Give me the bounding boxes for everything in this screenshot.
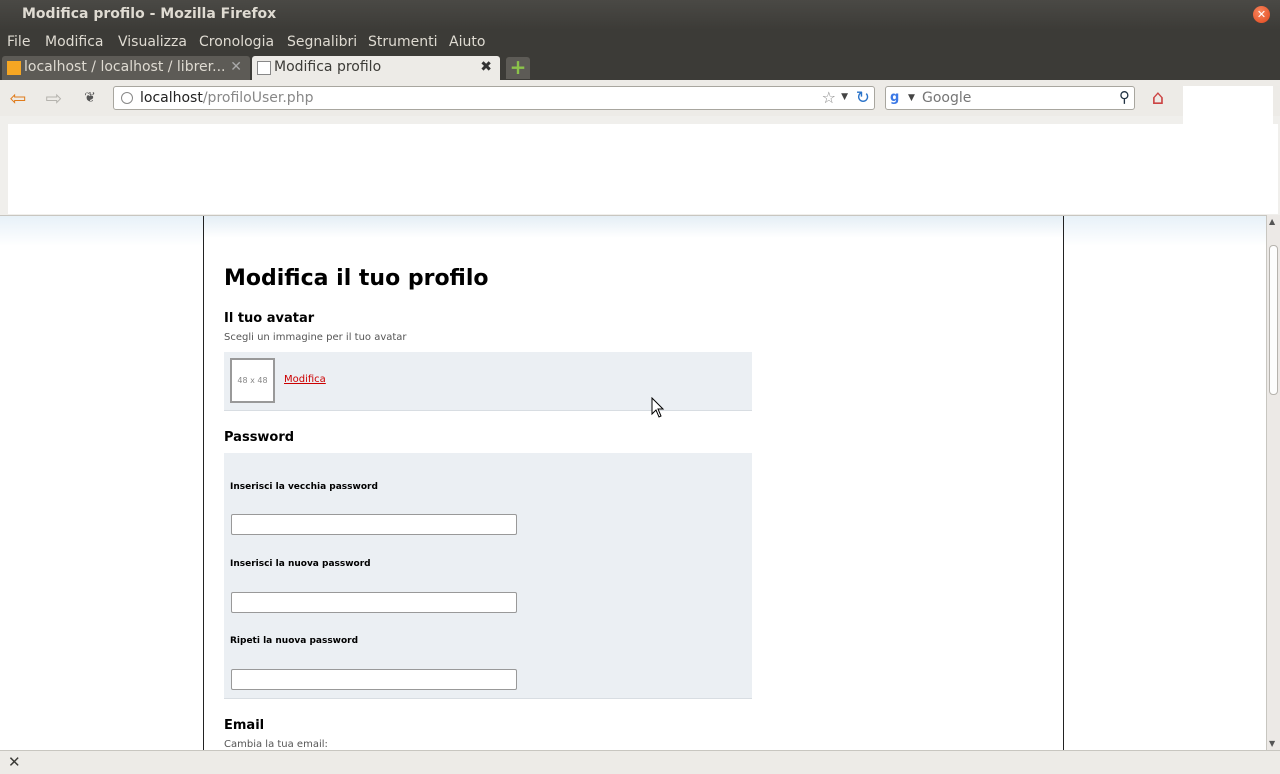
tab-phpmyadmin[interactable]: localhost / localhost / librer... ✕ bbox=[2, 56, 250, 80]
scroll-thumb[interactable] bbox=[1269, 245, 1278, 395]
menu-bar: File Modifica Visualizza Cronologia Segn… bbox=[0, 30, 1280, 55]
search-icon[interactable]: ⚲ bbox=[1119, 88, 1130, 106]
window-titlebar: Modifica profilo - Mozilla Firefox ✕ bbox=[0, 0, 1280, 30]
menu-strumenti[interactable]: Strumenti bbox=[368, 34, 438, 50]
vertical-scrollbar[interactable]: ▲ ▼ bbox=[1266, 215, 1280, 750]
bookmark-star-icon[interactable]: ☆ bbox=[822, 88, 836, 107]
window-close-button[interactable]: ✕ bbox=[1253, 6, 1270, 23]
back-button[interactable]: ⇦ bbox=[5, 87, 31, 109]
window-title: Modifica profilo - Mozilla Firefox bbox=[22, 6, 277, 22]
mouse-cursor-icon bbox=[651, 397, 665, 418]
old-password-field[interactable] bbox=[231, 514, 517, 535]
history-icon[interactable]: ❦ bbox=[77, 87, 103, 109]
email-heading: Email bbox=[224, 718, 265, 733]
repeat-password-label: Ripeti la nuova password bbox=[230, 636, 359, 646]
tab-bar: localhost / localhost / librer... ✕ Modi… bbox=[0, 55, 1280, 80]
addon-area bbox=[1183, 86, 1273, 126]
status-bar: ✕ bbox=[0, 750, 1280, 774]
password-heading: Password bbox=[224, 430, 295, 445]
new-password-label: Inserisci la nuova password bbox=[230, 559, 371, 569]
url-bar[interactable]: localhost/profiloUser.php ☆ ▼ ↻ bbox=[113, 86, 875, 110]
menu-segnalibri[interactable]: Segnalibri bbox=[287, 34, 357, 50]
search-bar[interactable]: g ▼ ⚲ bbox=[885, 86, 1135, 110]
avatar: 48 x 48 bbox=[230, 358, 275, 403]
new-password-field[interactable] bbox=[231, 592, 517, 613]
tab-modifica-profilo[interactable]: Modifica profilo ✖ bbox=[252, 56, 500, 80]
password-panel: Inserisci la vecchia password Inserisci … bbox=[224, 453, 752, 699]
close-addon-bar-icon[interactable]: ✕ bbox=[8, 753, 21, 771]
page-icon bbox=[257, 61, 271, 75]
avatar-panel: 48 x 48 Modifica bbox=[224, 352, 752, 411]
email-hint: Cambia la tua email: bbox=[224, 739, 328, 750]
menu-aiuto[interactable]: Aiuto bbox=[449, 34, 485, 50]
home-button[interactable]: ⌂ bbox=[1145, 85, 1171, 111]
avatar-heading: Il tuo avatar bbox=[224, 311, 315, 326]
edit-avatar-link[interactable]: Modifica bbox=[284, 374, 326, 385]
repeat-password-field[interactable] bbox=[231, 669, 517, 690]
chevron-down-icon[interactable]: ▼ bbox=[908, 93, 915, 103]
tab-label: Modifica profilo bbox=[274, 59, 382, 75]
tab-label: localhost / localhost / librer... bbox=[24, 59, 224, 75]
url-text: localhost/profiloUser.php bbox=[140, 90, 314, 106]
avatar-hint: Scegli un immagine per il tuo avatar bbox=[224, 332, 407, 343]
new-tab-button[interactable]: + bbox=[506, 57, 530, 79]
page-header-gradient bbox=[204, 216, 1063, 238]
close-icon[interactable]: ✕ bbox=[230, 59, 242, 75]
search-input[interactable] bbox=[922, 89, 1112, 107]
scroll-up-icon[interactable]: ▲ bbox=[1269, 217, 1275, 226]
old-password-label: Inserisci la vecchia password bbox=[230, 482, 378, 492]
google-icon[interactable]: g bbox=[890, 90, 904, 106]
navigation-toolbar: ⇦ ⇨ ❦ localhost/profiloUser.php ☆ ▼ ↻ g … bbox=[0, 80, 1280, 116]
close-icon[interactable]: ✖ bbox=[480, 59, 492, 75]
menu-modifica[interactable]: Modifica bbox=[45, 34, 104, 50]
addon-strip bbox=[8, 124, 1278, 214]
menu-file[interactable]: File bbox=[7, 34, 30, 50]
scroll-down-icon[interactable]: ▼ bbox=[1269, 739, 1275, 748]
globe-icon bbox=[121, 92, 133, 104]
chevron-down-icon[interactable]: ▼ bbox=[841, 92, 848, 102]
page-container: Modifica il tuo profilo Il tuo avatar Sc… bbox=[203, 216, 1064, 750]
menu-cronologia[interactable]: Cronologia bbox=[199, 34, 274, 50]
forward-button[interactable]: ⇨ bbox=[41, 87, 67, 109]
pma-favicon-icon bbox=[7, 61, 21, 75]
reload-icon[interactable]: ↻ bbox=[856, 88, 870, 108]
menu-visualizza[interactable]: Visualizza bbox=[118, 34, 187, 50]
page-title: Modifica il tuo profilo bbox=[224, 266, 489, 291]
page-viewport: Modifica il tuo profilo Il tuo avatar Sc… bbox=[0, 215, 1266, 750]
